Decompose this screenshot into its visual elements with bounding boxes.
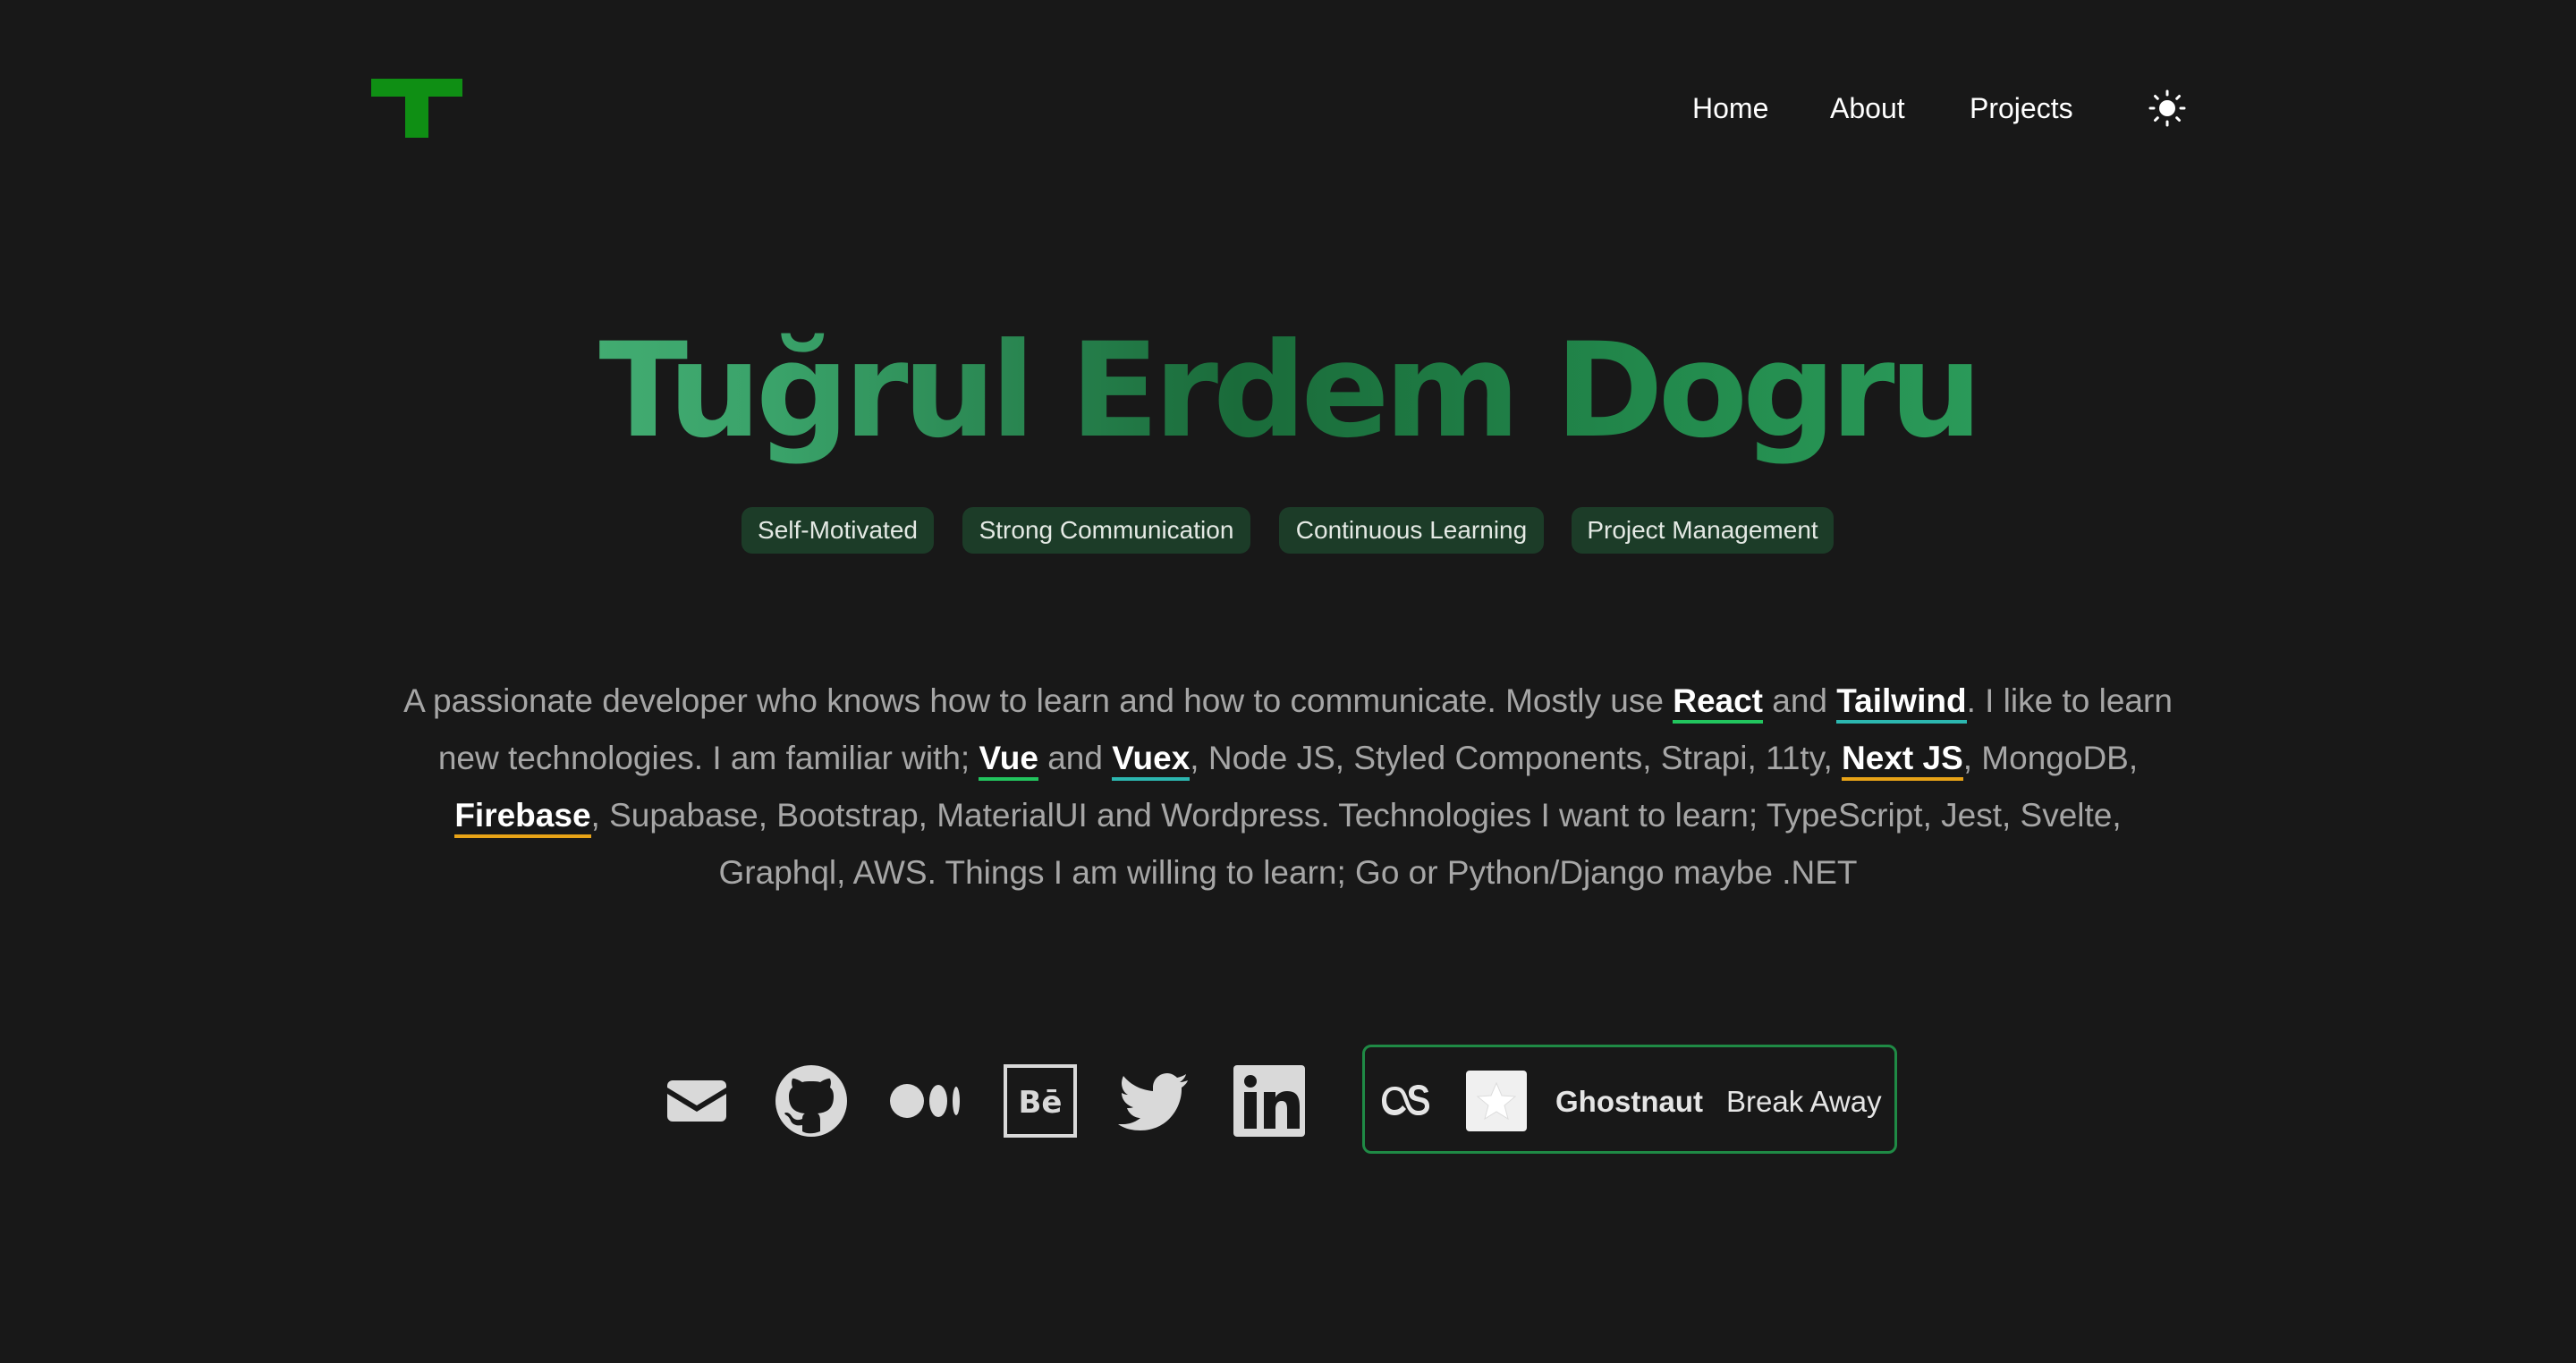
link-vue[interactable]: Vue bbox=[979, 740, 1038, 781]
behance-icon: Bē bbox=[1004, 1064, 1077, 1138]
link-firebase[interactable]: Firebase bbox=[454, 797, 591, 838]
link-react[interactable]: React bbox=[1673, 682, 1763, 724]
mail-link[interactable] bbox=[660, 1064, 733, 1138]
nav-projects[interactable]: Projects bbox=[1970, 88, 2073, 129]
lastfm-icon bbox=[1382, 1085, 1429, 1115]
page: Home About Projects Tuğrul Erdem Dogru S… bbox=[0, 0, 2576, 1363]
tag-project-management: Project Management bbox=[1572, 507, 1834, 554]
tag-self-motivated: Self-Motivated bbox=[741, 507, 934, 554]
skill-tags: Self-Motivated Strong Communication Cont… bbox=[0, 507, 2576, 554]
nav-home[interactable]: Home bbox=[1692, 88, 1768, 129]
twitter-icon bbox=[1118, 1073, 1188, 1130]
logo[interactable] bbox=[371, 79, 462, 138]
social-links: Bē bbox=[0, 1064, 2576, 1138]
link-nextjs[interactable]: Next JS bbox=[1842, 740, 1963, 781]
behance-link[interactable]: Bē bbox=[1004, 1064, 1077, 1138]
now-playing-card[interactable]: Ghostnaut Break Away bbox=[1362, 1045, 1897, 1154]
bio-text: and bbox=[1038, 740, 1113, 776]
bio-text: and bbox=[1763, 682, 1837, 719]
star-icon bbox=[1476, 1081, 1517, 1121]
now-playing-track: Break Away bbox=[1726, 1085, 1882, 1118]
logo-bar bbox=[371, 79, 462, 97]
bio-text: , MongoDB, bbox=[1962, 740, 2139, 776]
theme-toggle-button[interactable] bbox=[2147, 88, 2188, 129]
linkedin-link[interactable] bbox=[1233, 1064, 1306, 1138]
bio-text: , Supabase, Bootstrap, MaterialUI and Wo… bbox=[590, 797, 2122, 891]
link-tailwind[interactable]: Tailwind bbox=[1836, 682, 1967, 724]
album-cover bbox=[1466, 1071, 1527, 1131]
tag-strong-communication: Strong Communication bbox=[962, 507, 1250, 554]
github-link[interactable] bbox=[775, 1064, 848, 1138]
linkedin-icon bbox=[1233, 1065, 1305, 1137]
link-vuex[interactable]: Vuex bbox=[1112, 740, 1191, 781]
github-icon bbox=[775, 1065, 847, 1137]
now-playing-artist: Ghostnaut bbox=[1555, 1085, 1703, 1118]
nav-about[interactable]: About bbox=[1830, 88, 1905, 129]
bio-text: A passionate developer who knows how to … bbox=[403, 682, 1674, 719]
medium-link[interactable] bbox=[889, 1064, 962, 1138]
tag-continuous-learning: Continuous Learning bbox=[1279, 507, 1544, 554]
twitter-link[interactable] bbox=[1118, 1064, 1191, 1138]
hero-name: Tuğrul Erdem Dogru bbox=[0, 315, 2576, 467]
medium-icon bbox=[890, 1084, 960, 1118]
bio-paragraph: A passionate developer who knows how to … bbox=[394, 673, 2182, 902]
sun-icon bbox=[2148, 89, 2186, 127]
svg-text:Bē: Bē bbox=[1019, 1085, 1063, 1121]
bio-text: , Node JS, Styled Components, Strapi, 11… bbox=[1190, 740, 1843, 776]
logo-stem bbox=[405, 95, 428, 138]
mail-icon bbox=[667, 1080, 726, 1122]
